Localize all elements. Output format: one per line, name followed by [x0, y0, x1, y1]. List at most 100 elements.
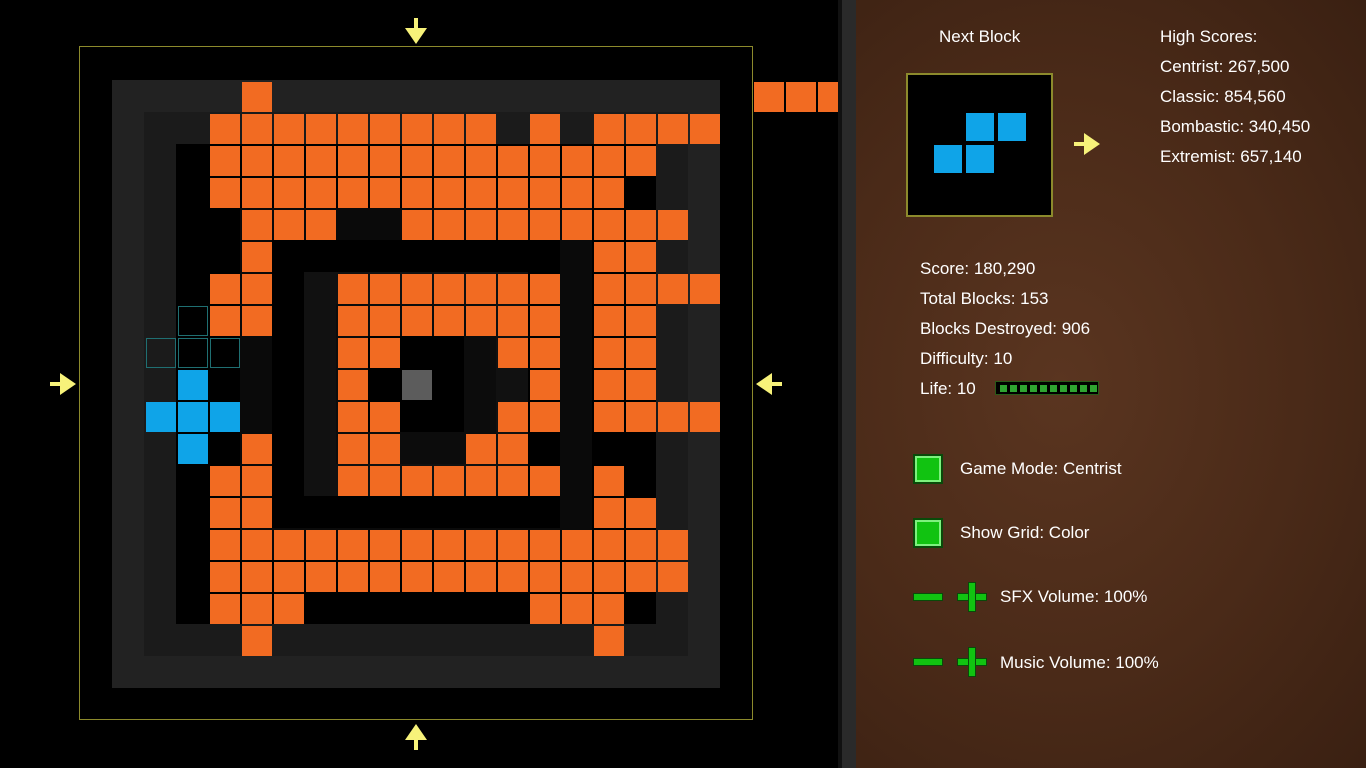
block-cell — [242, 178, 272, 208]
block-cell — [434, 306, 464, 336]
life-bar — [995, 381, 1099, 395]
block-cell — [370, 530, 400, 560]
block-cell — [498, 210, 528, 240]
music-volume-minus-icon[interactable] — [913, 658, 943, 666]
next-block-label: Next Block — [939, 27, 1020, 47]
block-cell — [562, 178, 592, 208]
block-cell — [306, 178, 336, 208]
show-grid-label: Show Grid: Color — [960, 523, 1089, 543]
high-scores-label: High Scores: — [1160, 27, 1257, 47]
block-cell — [594, 498, 624, 528]
block-cell — [626, 338, 656, 368]
music-volume-plus-icon[interactable] — [957, 647, 987, 677]
block-cell — [498, 562, 528, 592]
next-block-cell — [934, 145, 962, 173]
block-cell — [626, 370, 656, 400]
block-cell — [338, 530, 368, 560]
block-cell — [594, 402, 624, 432]
block-cell — [274, 114, 304, 144]
difficulty: Difficulty: 10 — [920, 349, 1012, 369]
block-cell — [402, 274, 432, 304]
block-cell — [210, 274, 240, 304]
arrow-right-icon[interactable] — [50, 373, 76, 395]
block-cell — [690, 402, 720, 432]
block-cell — [626, 402, 656, 432]
block-cell — [434, 530, 464, 560]
life-segment — [1040, 385, 1047, 392]
block-cell — [594, 338, 624, 368]
block-cell — [658, 530, 688, 560]
panel-divider-line — [838, 0, 842, 768]
game-area[interactable] — [0, 0, 838, 768]
block-cell — [594, 306, 624, 336]
block-cell — [402, 530, 432, 560]
show-grid-toggle-button[interactable] — [913, 518, 943, 548]
block-cell — [690, 114, 720, 144]
game-mode-toggle-button[interactable] — [913, 454, 943, 484]
arrow-down-icon[interactable] — [405, 18, 427, 44]
block-cell — [466, 434, 496, 464]
block-cell — [466, 210, 496, 240]
block-cell — [370, 562, 400, 592]
block-cell — [306, 114, 336, 144]
score: Score: 180,290 — [920, 259, 1035, 279]
block-cell — [402, 466, 432, 496]
block-cell — [690, 274, 720, 304]
block-cell — [434, 178, 464, 208]
block-cell — [594, 146, 624, 176]
block-cell — [338, 178, 368, 208]
block-cell — [242, 434, 272, 464]
block-cell — [594, 114, 624, 144]
block-cell — [306, 210, 336, 240]
block-cell — [338, 146, 368, 176]
block-cell — [498, 274, 528, 304]
block-cell — [658, 402, 688, 432]
next-block-cell — [966, 113, 994, 141]
block-cell — [530, 466, 560, 496]
block-cell — [594, 178, 624, 208]
next-block-arrow-icon[interactable] — [1074, 133, 1100, 155]
block-cell — [242, 82, 272, 112]
sfx-volume-minus-icon[interactable] — [913, 593, 943, 601]
block-cell — [402, 306, 432, 336]
high-score-extremist: Extremist: 657,140 — [1160, 147, 1302, 167]
block-cell — [210, 466, 240, 496]
block-cell — [594, 466, 624, 496]
block-cell — [626, 242, 656, 272]
block-cell — [370, 338, 400, 368]
block-cell — [562, 530, 592, 560]
block-cell — [658, 562, 688, 592]
block-cell — [370, 434, 400, 464]
block-cell — [594, 594, 624, 624]
block-cell — [466, 114, 496, 144]
block-cell — [562, 210, 592, 240]
next-block-cell — [966, 145, 994, 173]
block-cell — [338, 562, 368, 592]
block-cell — [338, 274, 368, 304]
active-piece-cell — [178, 434, 208, 464]
block-cell — [370, 274, 400, 304]
block-cell — [530, 594, 560, 624]
block-cell — [626, 306, 656, 336]
sfx-volume-plus-icon[interactable] — [957, 582, 987, 612]
total-blocks: Total Blocks: 153 — [920, 289, 1049, 309]
block-cell — [338, 114, 368, 144]
life-segment — [1060, 385, 1067, 392]
block-cell — [466, 274, 496, 304]
block-cell — [498, 146, 528, 176]
block-cell — [530, 146, 560, 176]
arrow-up-icon[interactable] — [405, 724, 427, 750]
block-cell — [498, 402, 528, 432]
block-cell — [274, 146, 304, 176]
block-cell — [530, 338, 560, 368]
block-cell — [498, 338, 528, 368]
life-segment — [1050, 385, 1057, 392]
block-cell — [530, 114, 560, 144]
block-cell — [306, 146, 336, 176]
block-cell — [402, 178, 432, 208]
block-cell — [242, 594, 272, 624]
block-cell — [274, 562, 304, 592]
high-score-bombastic: Bombastic: 340,450 — [1160, 117, 1310, 137]
block-cell — [466, 530, 496, 560]
arrow-left-icon[interactable] — [756, 373, 782, 395]
